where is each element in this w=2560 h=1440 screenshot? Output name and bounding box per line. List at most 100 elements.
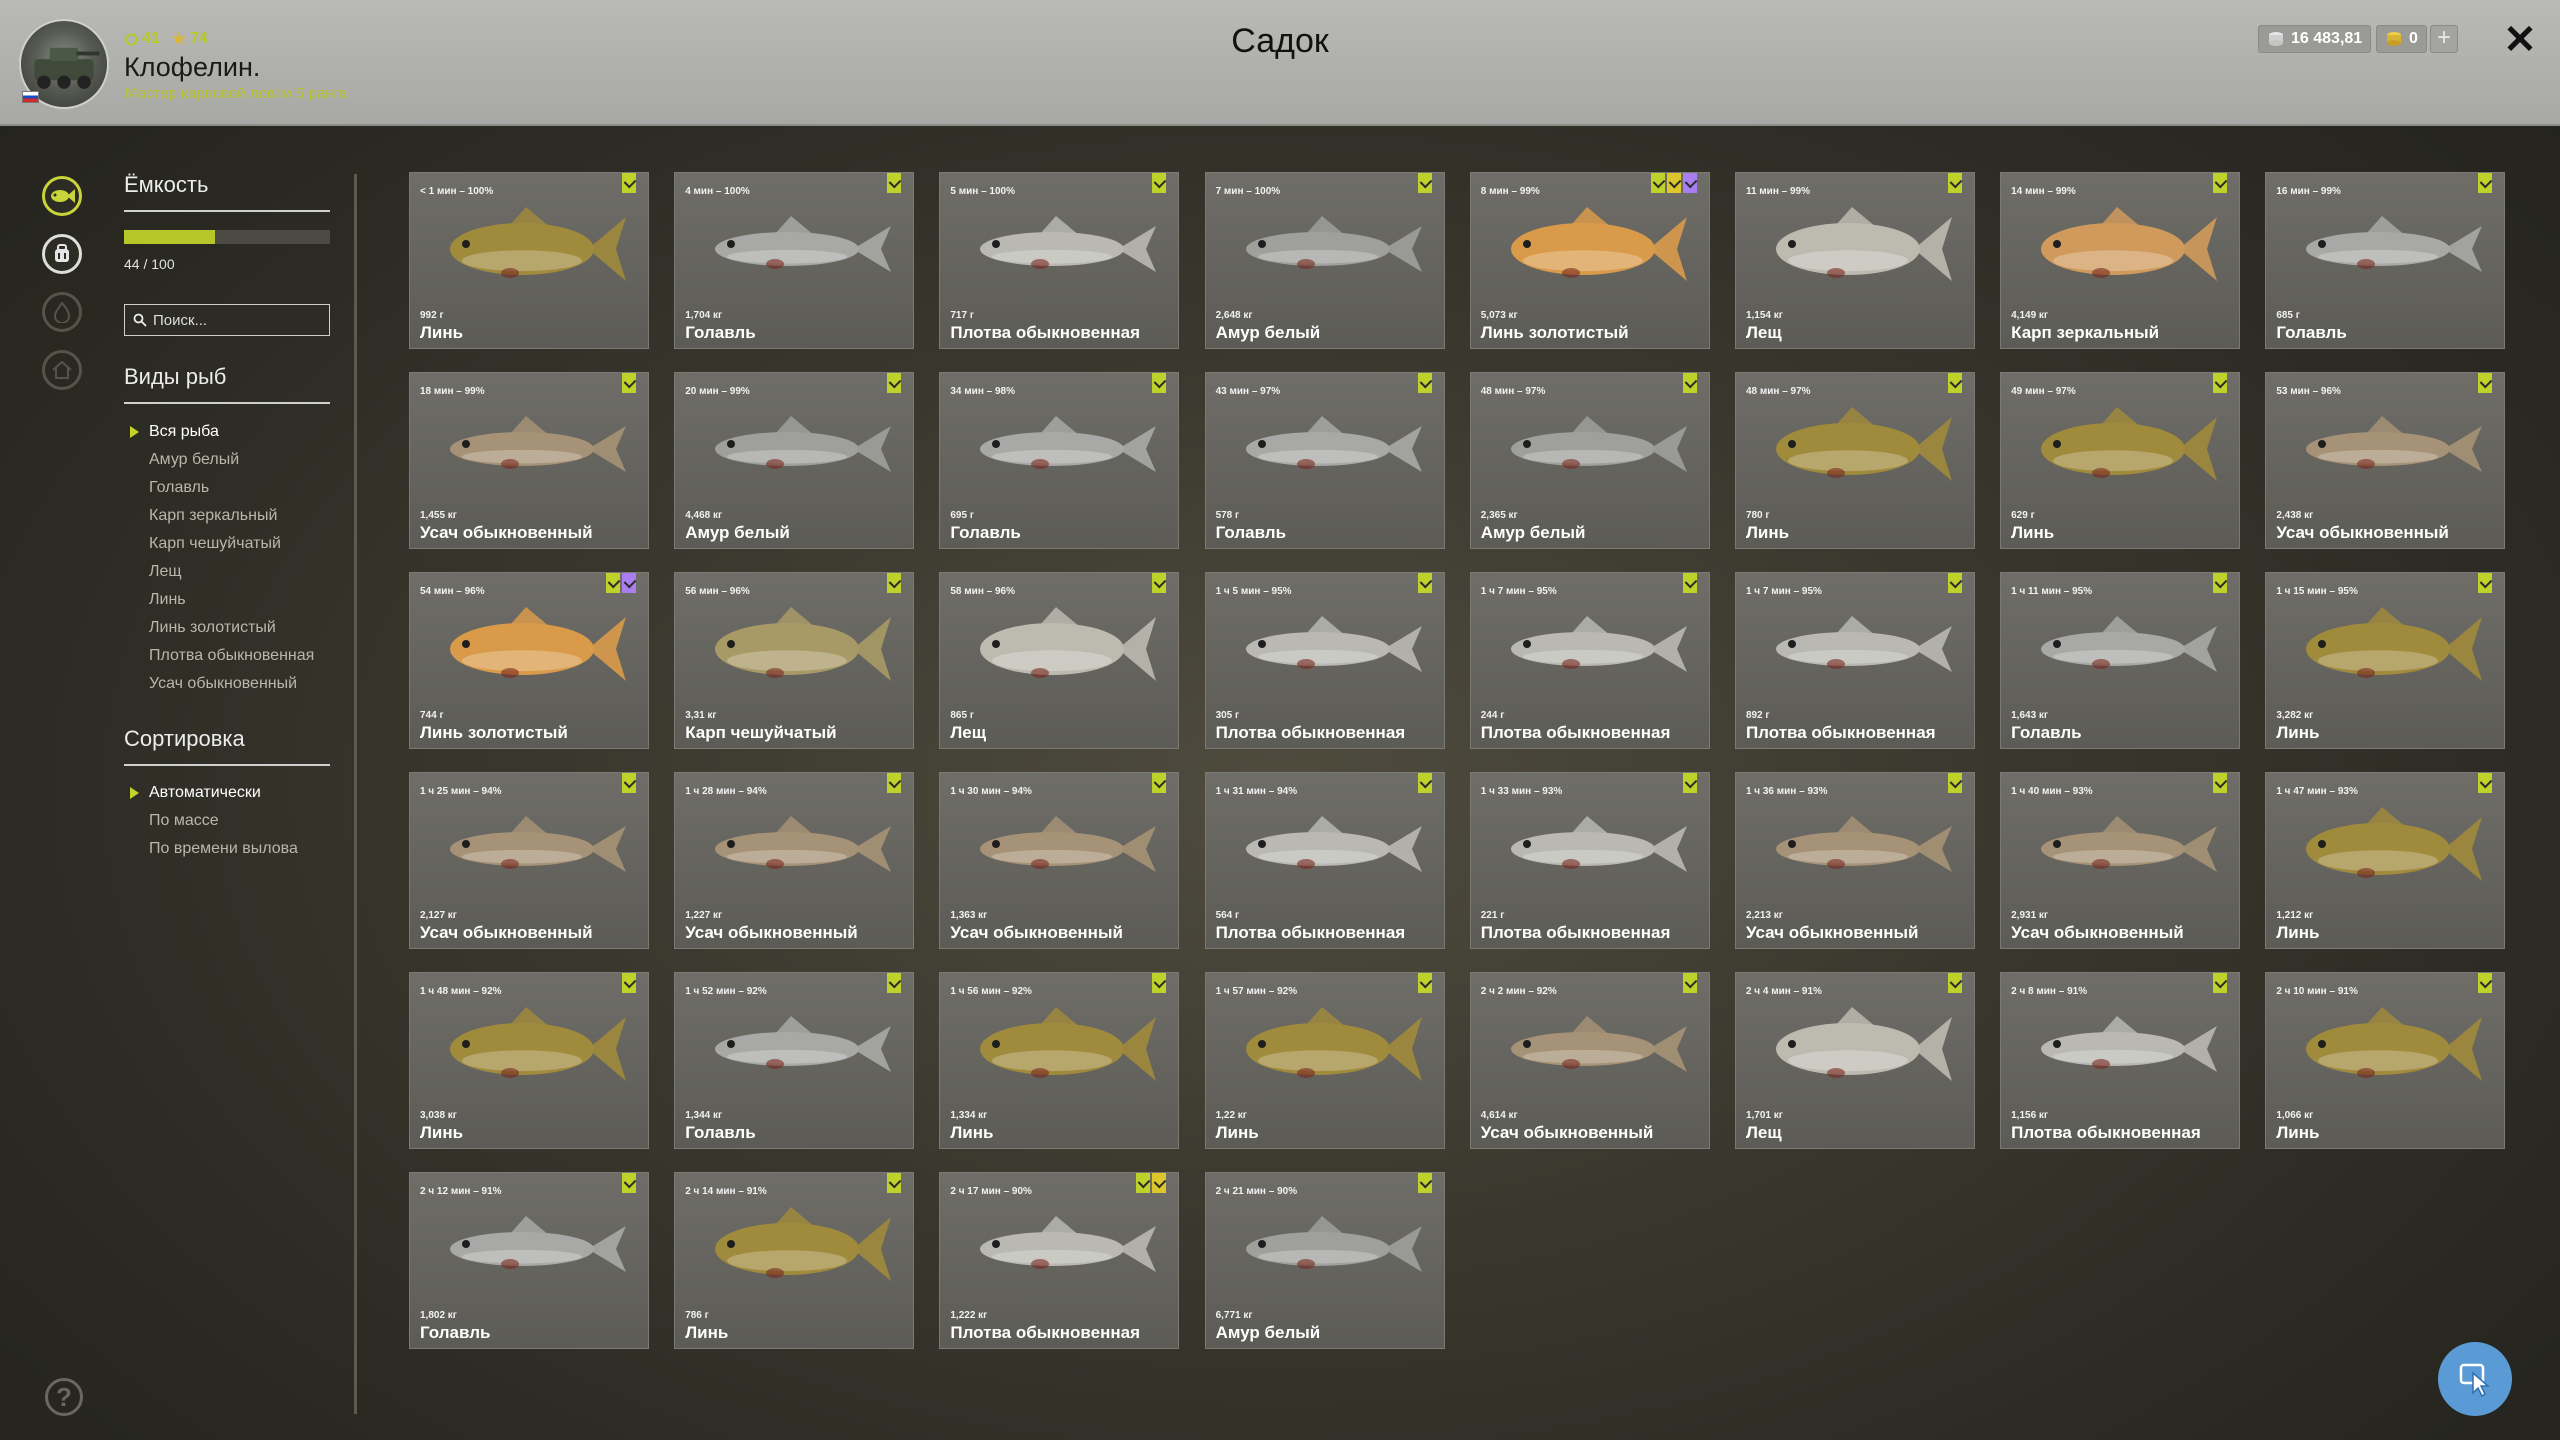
green-bookmark-icon bbox=[622, 1173, 636, 1193]
fish-card[interactable]: 1 ч 7 мин – 95% 244 г Плотва обыкновенная bbox=[1469, 572, 1710, 749]
green-bookmark-icon bbox=[622, 373, 636, 393]
fish-card[interactable]: 58 мин – 96% 865 г Лещ bbox=[939, 572, 1180, 749]
fish-card[interactable]: 7 мин – 100% 2,648 кг Амур белый bbox=[1204, 172, 1445, 349]
green-bookmark-icon bbox=[1417, 973, 1432, 993]
catch-time: 1 ч 33 мин – 93% bbox=[1480, 786, 1563, 797]
fish-card[interactable]: 4 мин – 100% 1,704 кг Голавль bbox=[674, 172, 915, 349]
fish-card[interactable]: 20 мин – 99% 4,468 кг Амур белый bbox=[674, 372, 915, 549]
fish-card[interactable]: 2 ч 2 мин – 92% 4,614 кг Усач обыкновенный bbox=[1469, 972, 1710, 1149]
bookmark-marks bbox=[1682, 373, 1697, 393]
fish-card[interactable]: 1 ч 30 мин – 94% 1,363 кг Усач обыкновенны… bbox=[939, 772, 1180, 949]
fish-card[interactable]: 16 мин – 99% 685 г Голавль bbox=[2265, 172, 2506, 349]
catch-time: 7 мин – 100% bbox=[1215, 186, 1281, 197]
stars-value: 74 bbox=[190, 30, 208, 47]
sort-option-item[interactable]: По массе bbox=[130, 807, 298, 835]
species-filter-item[interactable]: Вся рыба bbox=[130, 418, 314, 446]
fish-card[interactable]: 1 ч 56 мин – 92% 1,334 кг Линь bbox=[939, 972, 1180, 1149]
fish-name: Плотва обыкновенная bbox=[1745, 723, 1936, 742]
green-bookmark-icon bbox=[1152, 173, 1167, 193]
fish-card[interactable]: 2 ч 8 мин – 91% 1,156 кг Плотва обыкновенн… bbox=[2000, 972, 2241, 1149]
green-bookmark-icon bbox=[1682, 773, 1697, 793]
fire-icon[interactable] bbox=[42, 292, 82, 332]
fish-card[interactable]: 1 ч 31 мин – 94% 564 г Плотва обыкновенная bbox=[1204, 772, 1445, 949]
keepnet-fish-icon[interactable] bbox=[42, 176, 82, 216]
fish-card[interactable]: < 1 мин – 100% 992 г Линь bbox=[409, 172, 649, 349]
sort-option-item[interactable]: По времени вылова bbox=[130, 835, 298, 863]
species-filter-item[interactable]: Лещ bbox=[130, 558, 314, 586]
fish-card[interactable]: 2 ч 17 мин – 90% 1,222 кг Плотва обыкновен… bbox=[939, 1172, 1180, 1349]
fish-card[interactable]: 2 ч 12 мин – 91% 1,802 кг Голавль bbox=[409, 1172, 649, 1349]
fish-card[interactable]: 2 ч 14 мин – 91% 786 г Линь bbox=[674, 1172, 915, 1349]
fish-card[interactable]: 1 ч 57 мин – 92% 1,22 кг Линь bbox=[1204, 972, 1445, 1149]
purple-bookmark-icon bbox=[622, 573, 636, 593]
fish-card[interactable]: 1 ч 36 мин – 93% 2,213 кг Усач обыкновенны… bbox=[1734, 772, 1975, 949]
home-icon[interactable] bbox=[42, 350, 82, 390]
help-icon[interactable]: ? bbox=[45, 1378, 83, 1416]
fish-card[interactable]: 2 ч 21 мин – 90% 6,771 кг Амур белый bbox=[1204, 1172, 1445, 1349]
fish-card[interactable]: 34 мин – 98% 695 г Голавль bbox=[939, 372, 1180, 549]
fish-name: Плотва обыкновенная bbox=[950, 1323, 1141, 1342]
green-bookmark-icon bbox=[1947, 173, 1962, 193]
fish-card[interactable]: 1 ч 33 мин – 93% 221 г Плотва обыкновенная bbox=[1469, 772, 1710, 949]
search-input[interactable] bbox=[153, 311, 323, 329]
green-bookmark-icon bbox=[2213, 373, 2228, 393]
search-box[interactable] bbox=[124, 304, 330, 336]
fish-card[interactable]: 1 ч 28 мин – 94% 1,227 кг Усач обыкновенны… bbox=[674, 772, 915, 949]
level-stat: 41 bbox=[125, 29, 160, 49]
species-filter-item[interactable]: Линь золотистый bbox=[130, 614, 314, 642]
fish-weight: 1,704 кг bbox=[685, 310, 723, 321]
fish-card[interactable]: 14 мин – 99% 4,149 кг Карп зеркальный bbox=[2000, 172, 2241, 349]
species-filter-item[interactable]: Карп зеркальный bbox=[130, 502, 314, 530]
fish-card[interactable]: 8 мин – 99% 5,073 кг Линь золотистый bbox=[1469, 172, 1710, 349]
fish-card[interactable]: 1 ч 40 мин – 93% 2,931 кг Усач обыкновенны… bbox=[2000, 772, 2241, 949]
fish-card[interactable]: 11 мин – 99% 1,154 кг Лещ bbox=[1734, 172, 1975, 349]
fish-card[interactable]: 54 мин – 96% 744 г Линь золотистый bbox=[409, 572, 649, 749]
fish-weight: 1,154 кг bbox=[1745, 310, 1783, 321]
fish-weight: 244 г bbox=[1480, 710, 1505, 721]
fish-card[interactable]: 5 мин – 100% 717 г Плотва обыкновенная bbox=[939, 172, 1180, 349]
fish-name: Линь bbox=[2276, 1123, 2320, 1142]
fish-card[interactable]: 18 мин – 99% 1,455 кг Усач обыкновенный bbox=[409, 372, 649, 549]
species-filter-item[interactable]: Карп чешуйчатый bbox=[130, 530, 314, 558]
fish-card[interactable]: 53 мин – 96% 2,438 кг Усач обыкновенный bbox=[2265, 372, 2506, 549]
fish-name: Плотва обыкновенная bbox=[950, 323, 1141, 342]
fish-card[interactable]: 1 ч 7 мин – 95% 892 г Плотва обыкновенная bbox=[1734, 572, 1975, 749]
fish-card[interactable]: 1 ч 25 мин – 94% 2,127 кг Усач обыкновенны… bbox=[409, 772, 649, 949]
catch-time: 1 ч 5 мин – 95% bbox=[1215, 586, 1292, 597]
star-icon: ★ bbox=[171, 31, 187, 48]
fish-weight: 578 г bbox=[1215, 510, 1240, 521]
bookmark-marks bbox=[622, 173, 636, 193]
fish-card[interactable]: 1 ч 5 мин – 95% 305 г Плотва обыкновенная bbox=[1204, 572, 1445, 749]
keepnet-basket-icon[interactable] bbox=[42, 234, 82, 274]
catch-time: 53 мин – 96% bbox=[2276, 386, 2341, 397]
species-filter-item[interactable]: Голавль bbox=[130, 474, 314, 502]
fish-card[interactable]: 49 мин – 97% 629 г Линь bbox=[2000, 372, 2241, 549]
fish-card[interactable]: 1 ч 11 мин – 95% 1,643 кг Голавль bbox=[2000, 572, 2241, 749]
fish-card[interactable]: 56 мин – 96% 3,31 кг Карп чешуйчатый bbox=[674, 572, 915, 749]
fish-weight: 1,212 кг bbox=[2276, 910, 2314, 921]
green-bookmark-icon bbox=[1417, 1173, 1432, 1193]
fish-name: Плотва обыкновенная bbox=[1480, 723, 1671, 742]
species-filter-item[interactable]: Усач обыкновенный bbox=[130, 670, 314, 698]
fish-card[interactable]: 1 ч 52 мин – 92% 1,344 кг Голавль bbox=[674, 972, 915, 1149]
fish-card[interactable]: 1 ч 15 мин – 95% 3,282 кг Линь bbox=[2265, 572, 2506, 749]
sort-option-item[interactable]: Автоматически bbox=[130, 779, 298, 807]
cursor-mode-button[interactable] bbox=[2438, 1342, 2512, 1416]
close-button[interactable]: ✕ bbox=[2502, 18, 2538, 62]
fish-card[interactable]: 1 ч 48 мин – 92% 3,038 кг Линь bbox=[409, 972, 649, 1149]
add-currency-button[interactable]: + bbox=[2430, 25, 2458, 53]
catch-time: 48 мин – 97% bbox=[1480, 386, 1546, 397]
fish-name: Лещ bbox=[1745, 1123, 1782, 1142]
fish-card[interactable]: 2 ч 4 мин – 91% 1,701 кг Лещ bbox=[1734, 972, 1975, 1149]
fish-card[interactable]: 43 мин – 97% 578 г Голавль bbox=[1204, 372, 1445, 549]
fish-card[interactable]: 48 мин – 97% 780 г Линь bbox=[1734, 372, 1975, 549]
fish-card[interactable]: 2 ч 10 мин – 91% 1,066 кг Линь bbox=[2265, 972, 2506, 1149]
green-bookmark-icon bbox=[1417, 173, 1432, 193]
fish-card[interactable]: 48 мин – 97% 2,365 кг Амур белый bbox=[1469, 372, 1710, 549]
bookmark-marks bbox=[1136, 1173, 1167, 1193]
species-filter-item[interactable]: Линь bbox=[130, 586, 314, 614]
green-bookmark-icon bbox=[2478, 173, 2493, 193]
fish-card[interactable]: 1 ч 47 мин – 93% 1,212 кг Линь bbox=[2265, 772, 2506, 949]
species-filter-item[interactable]: Плотва обыкновенная bbox=[130, 642, 314, 670]
species-filter-item[interactable]: Амур белый bbox=[130, 446, 314, 474]
